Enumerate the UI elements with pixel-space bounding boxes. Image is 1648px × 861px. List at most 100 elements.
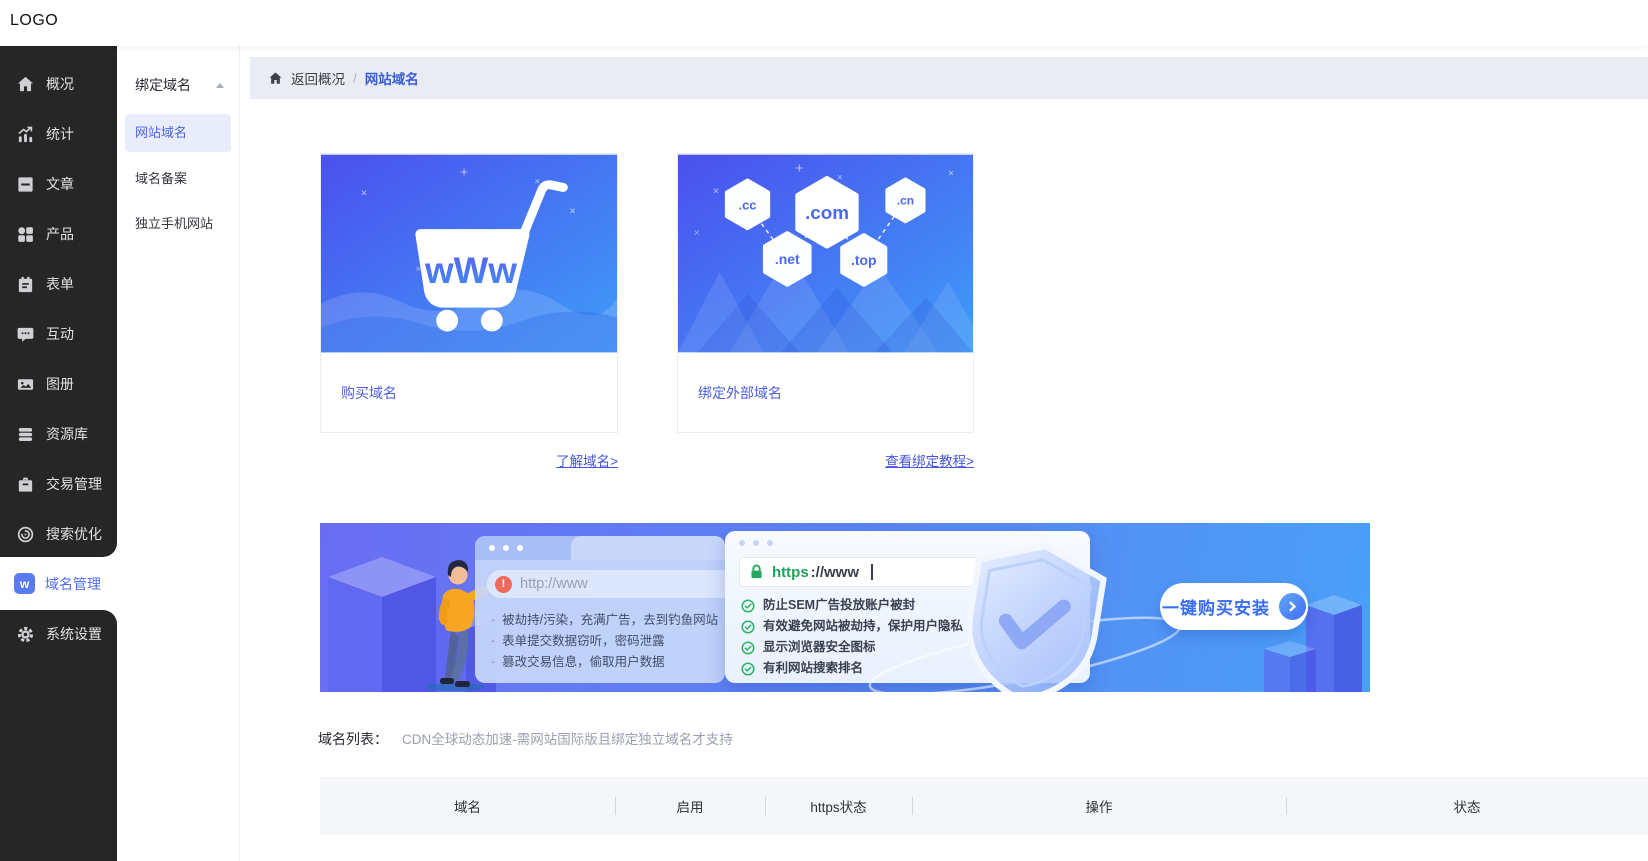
http-risk-item: 篡改交易信息，偷取用户数据 xyxy=(491,652,718,673)
bind-external-domain-card[interactable]: × × × × + .cc .com .cn .net .top 绑定外部域名 xyxy=(677,153,974,433)
database-icon xyxy=(18,427,33,441)
svg-text:×: × xyxy=(948,169,954,180)
gallery-icon xyxy=(17,378,34,390)
arrow-right-icon xyxy=(1279,593,1306,620)
sidebar-item-label: 域名管理 xyxy=(45,575,101,592)
http-address-field: ! http://www xyxy=(487,570,725,598)
breadcrumb-separator: / xyxy=(353,70,357,86)
security-shield-illustration xyxy=(966,542,1107,692)
sidebar-item-label: 统计 xyxy=(46,126,74,142)
chart-icon xyxy=(18,126,33,142)
sidebar-item-label: 系统设置 xyxy=(46,626,102,642)
cart-www-illustration: × × × × + wWw xyxy=(321,154,617,353)
submenu-item-website-domain[interactable]: 网站域名 xyxy=(125,114,231,152)
http-warning-panel: ! http://www 被劫持/污染，充满广告，去到钓鱼网站 表单提交数据窃听… xyxy=(475,536,725,683)
submenu-group-bind-domain[interactable]: 绑定域名 xyxy=(117,68,239,102)
topbar: LOGO xyxy=(0,0,1648,46)
domain-hexagons-illustration: × × × × + .cc .com .cn .net .top xyxy=(678,154,973,353)
svg-text:×: × xyxy=(713,185,719,197)
sidebar-item-statistics[interactable]: 统计 xyxy=(0,109,117,159)
https-promo-banner: ! http://www 被劫持/污染，充满广告，去到钓鱼网站 表单提交数据窃听… xyxy=(320,523,1370,692)
domain-management-page: LOGO 概况 统计 文章 产品 表单 互动 图册 资源库 交易管理 搜索优化 … xyxy=(0,0,1648,861)
sidebar-item-resources[interactable]: 资源库 xyxy=(0,409,117,459)
sidebar-item-label: 概况 xyxy=(46,76,74,92)
breadcrumb-back-link[interactable]: 返回概况 xyxy=(291,68,345,88)
form-icon xyxy=(18,276,33,292)
w-badge-icon: w xyxy=(14,573,35,594)
home-icon xyxy=(269,72,282,84)
sidebar-item-overview[interactable]: 概况 xyxy=(0,59,117,109)
seo-icon xyxy=(17,526,34,542)
sidebar-item-label: 表单 xyxy=(46,276,74,292)
domain-table-header: 域名 启用 https状态 操作 状态 xyxy=(320,777,1648,835)
home-icon xyxy=(17,76,34,91)
check-circle-icon xyxy=(741,619,755,634)
browser-bar xyxy=(475,536,725,560)
lock-icon xyxy=(751,564,762,579)
sidebar-item-label: 搜索优化 xyxy=(46,526,102,542)
browser-tab xyxy=(571,536,725,560)
svg-text:×: × xyxy=(694,228,700,239)
sidebar-item-settings[interactable]: 系统设置 xyxy=(0,610,117,658)
hex-label-top: .top xyxy=(851,252,876,268)
sidebar-item-label: 互动 xyxy=(46,326,74,342)
app-logo[interactable]: LOGO xyxy=(10,12,58,30)
sidebar-item-gallery[interactable]: 图册 xyxy=(0,359,117,409)
sidebar-item-articles[interactable]: 文章 xyxy=(0,159,117,209)
svg-text:×: × xyxy=(569,205,575,217)
text-caret xyxy=(871,564,873,580)
one-click-buy-install-button[interactable]: 一键购买安装 xyxy=(1160,583,1308,630)
submenu-list: 网站域名 域名备案 独立手机网站 xyxy=(117,114,239,246)
https-scheme-text: https xyxy=(772,563,809,581)
gear-icon xyxy=(17,626,34,642)
http-risk-item: 表单提交数据窃听，密码泄露 xyxy=(491,631,718,652)
svg-text:+: + xyxy=(795,160,803,176)
collapse-caret-icon[interactable] xyxy=(216,82,224,88)
breadcrumb-current[interactable]: 网站域名 xyxy=(365,68,419,88)
sidebar-item-domain-management-active[interactable]: w 域名管理 xyxy=(0,557,117,610)
sidebar-item-label: 文章 xyxy=(46,176,74,192)
submenu-group-label: 绑定域名 xyxy=(135,77,191,93)
column-header-status: 状态 xyxy=(1286,796,1648,816)
bind-tutorial-link[interactable]: 查看绑定教程> xyxy=(677,450,974,470)
breadcrumb: 返回概况 / 网站域名 xyxy=(250,57,1648,99)
main-content: 返回概况 / 网站域名 × × × × + wWw 购买域名 × × × × +… xyxy=(240,46,1648,861)
column-header-domain: 域名 xyxy=(454,800,481,815)
sidebar-item-label: 资源库 xyxy=(46,426,88,442)
svg-text:×: × xyxy=(837,172,843,183)
https-url-rest: ://www xyxy=(810,563,860,581)
sidebar-item-forms[interactable]: 表单 xyxy=(0,259,117,309)
buy-button-label: 一键购买安装 xyxy=(1162,599,1270,618)
column-header-actions: 操作 xyxy=(912,796,1286,816)
sidebar-item-label: 产品 xyxy=(46,226,74,242)
chat-icon xyxy=(17,327,34,342)
sidebar-item-transactions[interactable]: 交易管理 xyxy=(0,459,117,509)
check-circle-icon xyxy=(741,661,755,676)
check-circle-icon xyxy=(741,598,755,613)
learn-domain-link[interactable]: 了解域名> xyxy=(320,450,618,470)
browser-dots-icon xyxy=(489,545,523,551)
sidebar-item-products[interactable]: 产品 xyxy=(0,209,117,259)
secondary-sidebar: 绑定域名 网站域名 域名备案 独立手机网站 xyxy=(117,46,240,861)
trade-icon xyxy=(18,477,33,492)
sidebar-item-interaction[interactable]: 互动 xyxy=(0,309,117,359)
hex-label-cc: .cc xyxy=(739,197,757,212)
alert-icon: ! xyxy=(495,575,512,593)
column-header-enabled: 启用 xyxy=(615,796,765,816)
sidebar-item-seo[interactable]: 搜索优化 xyxy=(0,509,117,559)
bind-external-domain-label[interactable]: 绑定外部域名 xyxy=(678,353,973,432)
hex-label-net: .net xyxy=(775,251,800,267)
svg-text:×: × xyxy=(361,187,367,199)
buy-domain-card[interactable]: × × × × + wWw 购买域名 xyxy=(320,153,618,433)
sidebar-item-label: 交易管理 xyxy=(46,476,102,492)
sidebar-item-label: 图册 xyxy=(46,376,74,392)
submenu-item-domain-filing[interactable]: 域名备案 xyxy=(117,156,239,201)
check-circle-icon xyxy=(741,640,755,655)
submenu-item-mobile-site[interactable]: 独立手机网站 xyxy=(117,201,239,246)
http-url-text: http://www xyxy=(520,576,588,592)
article-icon xyxy=(18,176,33,192)
browser-dots-icon xyxy=(739,540,773,546)
buy-domain-label[interactable]: 购买域名 xyxy=(321,353,617,432)
http-risk-item: 被劫持/污染，充满广告，去到钓鱼网站 xyxy=(491,610,718,631)
svg-text:+: + xyxy=(460,164,468,180)
